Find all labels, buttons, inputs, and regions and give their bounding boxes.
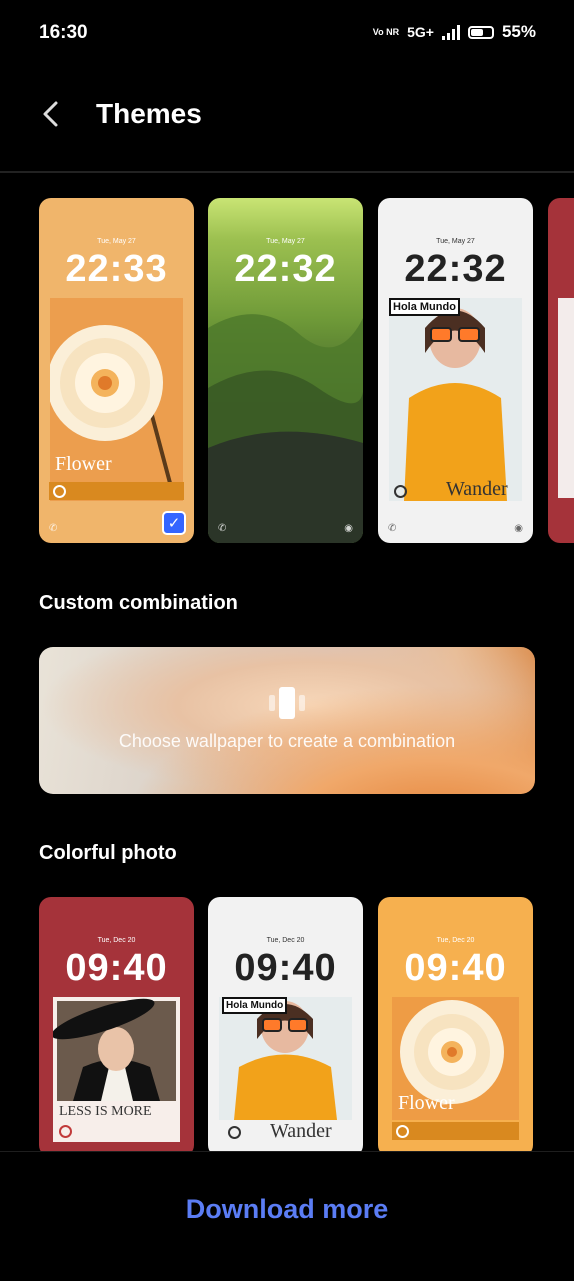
card-date: Tue, Dec 20 [97,937,136,944]
card-sticker: Hola Mundo [389,298,460,316]
card-photo [51,997,180,1142]
back-icon[interactable] [38,98,66,130]
signal-icon [441,24,460,40]
colorful-card-wander[interactable]: Tue, Dec 20 09:40 Hola Mundo Wander [208,897,363,1157]
camera-icon: ◉ [514,523,523,534]
camera-icon: ◉ [344,523,353,534]
card-caption: Wander [270,1120,332,1142]
card-caption: Flower [55,453,112,475]
card-photo [389,298,522,501]
colorful-card-less-is-more[interactable]: Tue, Dec 20 09:40 LESS IS MORE [39,897,194,1157]
card-sticker: Hola Mundo [222,997,288,1014]
card-widget-bar [392,1122,519,1140]
card-date: Tue, May 27 [266,238,305,245]
theme-card-partial[interactable] [548,198,574,543]
ring-icon [396,1125,409,1138]
section-title-colorful: Colorful photo [39,842,177,864]
page-title: Themes [96,98,202,129]
woman-image [389,298,522,501]
phone-icon: ✆ [49,523,58,534]
network-type: 5G+ [407,24,434,40]
battery-icon [467,25,494,39]
card-date: Tue, Dec 20 [436,937,475,944]
theme-card-flower[interactable]: Tue, May 27 22:33 Flower ✆ ✓ [39,198,194,543]
card-clock: 09:40 [404,947,507,989]
bottom-bar: Download more [0,1151,574,1281]
card-caption: Wander [446,478,508,500]
card-clock: 22:33 [65,248,168,290]
card-clock: 22:32 [234,248,337,290]
woman-image [219,997,352,1120]
card-widget-bar [49,482,184,500]
battery-percent: 55% [501,22,536,41]
ring-icon [53,485,66,498]
header-divider [0,171,574,173]
download-more-button[interactable]: Download more [0,1194,574,1225]
card-caption: LESS IS MORE [59,1104,152,1119]
volte-indicator: Vo NR [372,27,400,37]
combination-prompt: Choose wallpaper to create a combination [118,731,456,751]
card-clock: 09:40 [234,947,337,989]
card-date: Tue, May 27 [97,238,136,245]
custom-combination-card[interactable]: Choose wallpaper to create a combination [39,647,535,794]
card-clock: 22:32 [404,248,507,290]
colorful-card-flower[interactable]: Tue, Dec 20 09:40 Flower [378,897,533,1157]
card-photo [219,997,352,1120]
ring-icon [228,1126,241,1139]
ring-icon [59,1125,72,1138]
card-clock: 09:40 [65,947,168,989]
theme-card-hills[interactable]: Tue, May 27 22:32 ✆ ◉ [208,198,363,543]
theme-card-wander[interactable]: Tue, May 27 22:32 Hola Mundo Wander ✆ ◉ [378,198,533,543]
combination-icon [269,687,305,719]
hills-image [208,314,363,543]
card-date: Tue, Dec 20 [266,937,305,944]
status-icons: Vo NR 5G+ 55% [373,22,536,42]
phone-icon: ✆ [218,523,227,534]
card-photo [558,298,574,498]
section-title-custom: Custom combination [39,592,238,614]
card-date: Tue, May 27 [436,238,475,245]
card-caption: Flower [398,1092,455,1114]
phone-icon: ✆ [388,523,397,534]
ring-icon [394,485,407,498]
selected-check-icon: ✓ [162,511,186,535]
status-time: 16:30 [39,22,88,43]
woman-hat-image [51,998,176,1101]
